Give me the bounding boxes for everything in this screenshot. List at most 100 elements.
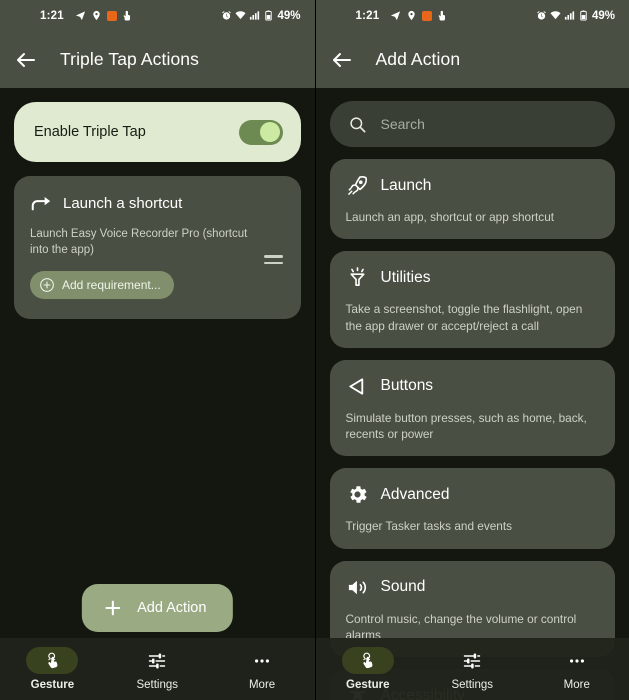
more-dots-icon	[255, 658, 270, 663]
left-app-bar: Triple Tap Actions	[0, 31, 315, 88]
more-dots-icon	[569, 658, 584, 663]
nav-pill-gesture	[341, 647, 394, 674]
add-action-button[interactable]: Add Action	[82, 584, 233, 632]
status-left-icons-right	[390, 10, 448, 21]
right-bottom-nav: Gesture Settings More	[315, 638, 629, 700]
nav-item-gesture[interactable]: Gesture	[0, 647, 105, 691]
tap-gesture-icon	[363, 652, 373, 669]
status-bar-right: 1:21 49%	[315, 0, 629, 31]
left-phone-screen: 1:21 49% Triple Tap Actions Enable Tripl…	[0, 0, 315, 700]
telegram-icon	[75, 11, 85, 21]
status-right-icons: 49%	[221, 9, 301, 22]
category-description: Trigger Tasker tasks and events	[345, 519, 513, 534]
nav-item-gesture[interactable]: Gesture	[316, 647, 421, 691]
sliders-icon	[149, 653, 166, 668]
sliders-icon	[464, 653, 481, 668]
nav-item-settings[interactable]: Settings	[105, 647, 210, 691]
page-title-add-action: Add Action	[375, 49, 461, 69]
status-bar: 1:21 49%	[0, 0, 315, 31]
shortcut-arrow-icon	[31, 197, 51, 211]
status-time: 1:21	[40, 9, 64, 22]
nav-item-settings[interactable]: Settings	[420, 647, 525, 691]
accessibility-gesture-icon	[438, 10, 446, 21]
orange-square-icon	[422, 10, 433, 21]
signal-icon	[250, 11, 260, 20]
nav-pill-gesture	[26, 647, 79, 674]
add-requirement-chip[interactable]: Add requirement...	[30, 271, 174, 300]
battery-percent: 49%	[277, 9, 301, 22]
category-header: Sound	[346, 576, 600, 599]
right-app-bar: Add Action	[315, 31, 629, 88]
drag-handle-icon[interactable]	[263, 255, 283, 268]
category-title: Buttons	[380, 377, 434, 395]
category-card-advanced[interactable]: Advanced Trigger Tasker tasks and events	[329, 468, 615, 549]
category-header: Buttons	[346, 375, 600, 398]
enable-triple-tap-toggle[interactable]	[238, 119, 283, 145]
nav-pill-settings	[131, 647, 183, 674]
nav-pill-more	[236, 647, 288, 674]
nav-item-more[interactable]: More	[525, 647, 629, 691]
signal-icon	[564, 11, 575, 20]
category-header: Advanced	[346, 483, 600, 506]
plus-icon	[105, 600, 121, 616]
add-requirement-label: Add requirement...	[62, 278, 161, 293]
alarm-icon	[537, 11, 546, 20]
add-action-label: Add Action	[137, 600, 207, 616]
toggle-knob	[260, 122, 280, 142]
nav-pill-settings	[446, 647, 498, 674]
status-right-icons-right: 49%	[536, 10, 615, 22]
orange-square-icon	[106, 10, 117, 21]
nav-pill-more	[551, 647, 603, 674]
action-card-title: Launch a shortcut	[63, 194, 183, 212]
search-input[interactable]: Search	[329, 101, 615, 147]
nav-label-more: More	[563, 679, 590, 691]
category-description: Launch an app, shortcut or app shortcut	[345, 210, 555, 224]
volume-icon	[348, 580, 366, 594]
rocket-icon	[347, 176, 367, 195]
category-description: Simulate button presses, such as home, b…	[345, 410, 587, 442]
right-phone-screen: 1:21 49% Add Action Search Launch Launch…	[314, 0, 629, 700]
category-card-buttons[interactable]: Buttons Simulate button presses, such as…	[329, 359, 615, 457]
battery-icon	[265, 10, 273, 21]
wifi-icon	[235, 11, 247, 20]
action-card-launch-shortcut[interactable]: Launch a shortcut Launch Easy Voice Reco…	[14, 176, 301, 319]
location-pin-icon	[408, 10, 416, 21]
category-title: Sound	[380, 578, 426, 596]
location-pin-icon	[93, 10, 100, 21]
page-title: Triple Tap Actions	[60, 49, 199, 69]
category-title: Utilities	[380, 268, 431, 286]
category-title: Advanced	[380, 485, 450, 503]
telegram-icon	[391, 11, 401, 21]
nav-label-settings: Settings	[136, 679, 179, 691]
category-header: Launch	[346, 174, 600, 197]
gear-icon	[349, 486, 367, 504]
search-placeholder: Search	[380, 116, 425, 132]
nav-label-more: More	[248, 679, 276, 691]
left-content: Enable Triple Tap Launch a shortcut Laun…	[0, 102, 315, 319]
nav-label-settings: Settings	[451, 679, 494, 691]
alarm-icon	[222, 11, 232, 20]
flashlight-icon	[349, 267, 365, 287]
plus-circle-icon	[40, 278, 54, 292]
battery-icon	[580, 10, 587, 21]
battery-percent-right: 49%	[591, 9, 615, 22]
search-icon	[349, 116, 365, 132]
wifi-icon	[550, 11, 561, 20]
status-time-right: 1:21	[355, 9, 380, 22]
category-card-utilities[interactable]: Utilities Take a screenshot, toggle the …	[329, 251, 615, 348]
category-card-launch[interactable]: Launch Launch an app, shortcut or app sh…	[329, 159, 615, 240]
accessibility-gesture-icon	[123, 10, 130, 21]
enable-triple-tap-card[interactable]: Enable Triple Tap	[14, 102, 301, 162]
category-description: Take a screenshot, toggle the flashlight…	[345, 302, 583, 333]
status-left-icons	[75, 10, 133, 21]
back-arrow-icon[interactable]	[14, 48, 38, 72]
action-card-header: Launch a shortcut	[30, 192, 285, 214]
enable-triple-tap-label: Enable Triple Tap	[34, 124, 146, 140]
category-header: Utilities	[346, 266, 600, 289]
nav-label-gesture: Gesture	[30, 679, 75, 691]
tap-gesture-icon	[47, 652, 58, 669]
action-card-description: Launch Easy Voice Recorder Pro (shortcut…	[30, 228, 248, 256]
back-arrow-icon[interactable]	[330, 48, 354, 72]
nav-item-more[interactable]: More	[210, 647, 315, 691]
category-title: Launch	[380, 176, 432, 194]
